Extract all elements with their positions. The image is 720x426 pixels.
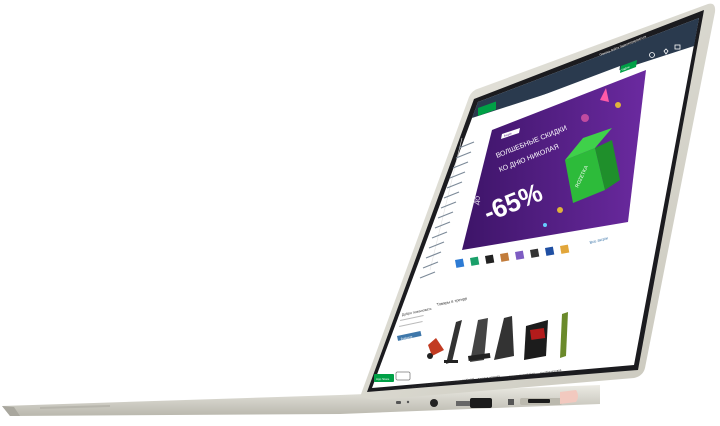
- svg-text:App Store: App Store: [376, 377, 390, 381]
- usb-port-icon: [456, 401, 470, 406]
- hinge-accent: [560, 390, 578, 404]
- headphone-jack: [430, 399, 438, 407]
- power-icon: [396, 401, 401, 404]
- laptop-photo: ROZETKA Каталог товаров Найти Помощь Вой…: [2, 3, 716, 416]
